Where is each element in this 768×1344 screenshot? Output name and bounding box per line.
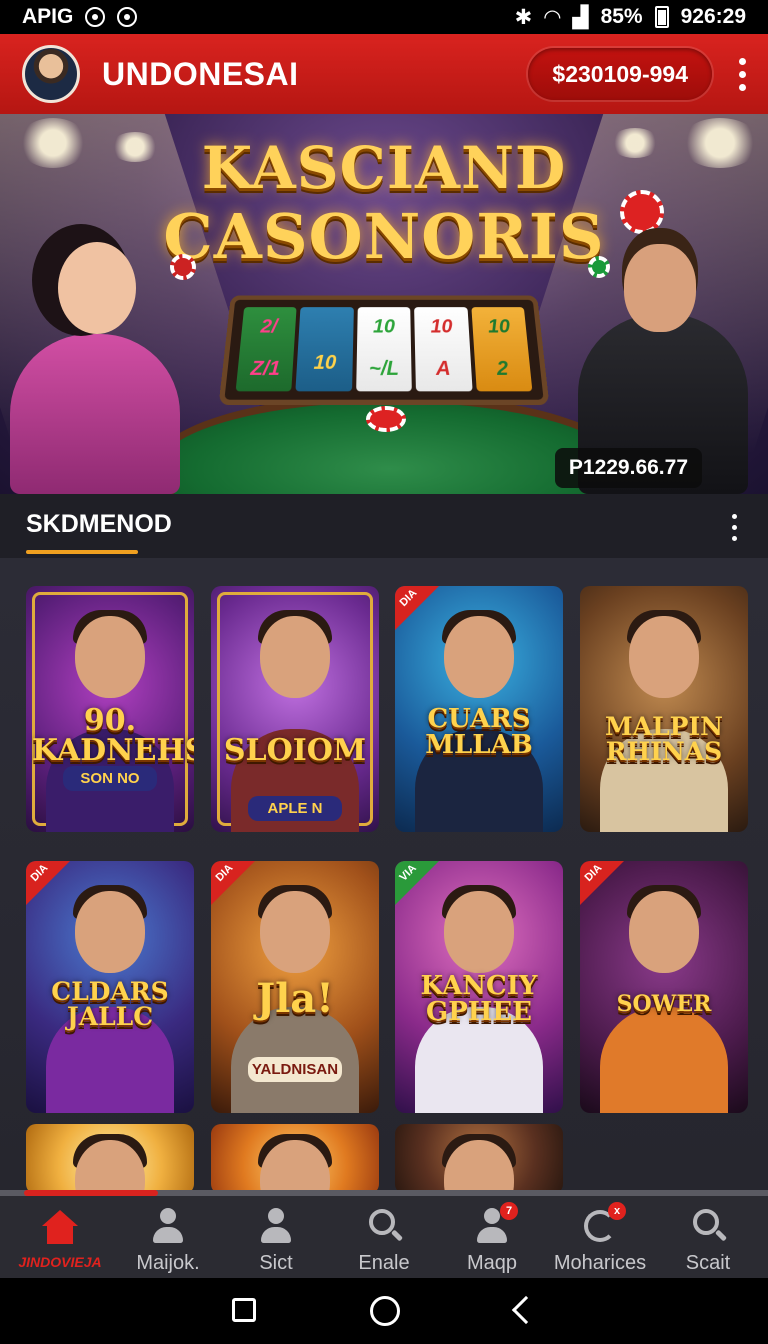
reel: 10 2	[471, 307, 533, 392]
app-title: UNDONESAI	[102, 55, 299, 92]
nav-label: Sict	[259, 1252, 293, 1274]
wifi-icon: ◠	[544, 5, 561, 29]
spin-icon: x	[580, 1202, 626, 1246]
game-title: SOWER	[616, 991, 712, 1017]
recents-button[interactable]	[232, 1298, 256, 1322]
battery-icon	[654, 6, 669, 28]
battery-percent: 85%	[600, 5, 643, 28]
game-tile[interactable]: KANCIY GPHEE VIA	[395, 861, 563, 1113]
jackpot-amount: P1229.66.77	[554, 448, 702, 488]
home-icon	[42, 1210, 78, 1244]
host-face	[260, 616, 330, 698]
clock: 926:29	[680, 5, 746, 28]
section-header: SKDMENOD	[0, 494, 768, 558]
user-icon	[148, 1206, 188, 1246]
game-title: CUARS MLLAB	[425, 704, 533, 760]
game-title: SLOIOM	[223, 733, 367, 768]
more-menu-icon[interactable]	[738, 57, 746, 91]
chip-icon	[588, 256, 610, 278]
nav-label: Maqp	[466, 1252, 518, 1274]
game-subtitle: YALDNISAN	[247, 1057, 343, 1082]
host-face	[260, 891, 330, 973]
game-tile[interactable]	[211, 1124, 379, 1190]
game-tile[interactable]: MALPIN RHINAS	[580, 586, 748, 832]
game-tile[interactable]: Jla! YALDNISAN DIA	[211, 861, 379, 1113]
host-face	[444, 891, 514, 973]
signal-icon: ▟	[572, 5, 589, 29]
user-edit-icon	[256, 1206, 296, 1246]
game-subtitle: SON NO	[62, 766, 158, 791]
chip-icon	[620, 190, 664, 234]
notification-badge: 7	[500, 1202, 518, 1220]
nav-item-edit[interactable]: Sict	[224, 1196, 328, 1278]
chip-icon	[170, 254, 196, 280]
avatar[interactable]	[22, 45, 80, 103]
game-tile[interactable]: SLOIOM APLE N	[211, 586, 379, 832]
system-nav-bar	[0, 1278, 768, 1344]
game-tile[interactable]: 90. KADNEHS!SON NO	[26, 586, 194, 832]
game-title: Jla!	[256, 975, 334, 1022]
game-tile[interactable]	[26, 1124, 194, 1190]
reel: 10 ~/L	[355, 307, 413, 392]
nav-item-scan[interactable]: Scait	[656, 1196, 760, 1278]
host-face	[629, 616, 699, 698]
search-icon	[364, 1206, 404, 1246]
game-title: MALPIN RHINAS	[605, 712, 723, 766]
reel: 10	[295, 307, 354, 392]
game-grid: 90. KADNEHS!SON NO SLOIOM APLE N CUARS MLLA…	[0, 558, 768, 1190]
nav-item-home[interactable]: JINDOVIEJA	[8, 1196, 112, 1278]
alarm-icon	[85, 7, 106, 27]
hero-title-line1: KASCIAND	[201, 134, 567, 202]
host-face	[75, 616, 145, 698]
nav-item-search[interactable]: Enale	[332, 1196, 436, 1278]
carrier-label: APIG	[22, 5, 74, 28]
reel: 2/Z/1	[235, 307, 297, 392]
game-tile[interactable]: SOWER DIA	[580, 861, 748, 1113]
game-subtitle: APLE N	[247, 796, 343, 821]
host-face	[75, 891, 145, 973]
nav-label: Moharices	[553, 1252, 647, 1274]
search-icon	[688, 1206, 728, 1246]
section-more-icon[interactable]	[730, 514, 738, 541]
nav-label: Maijok.	[136, 1252, 200, 1274]
app-header: UNDONESAI $230109-994	[0, 34, 768, 114]
nav-item-profile[interactable]: Maijok.	[116, 1196, 220, 1278]
game-title: KANCIY GPHEE	[420, 971, 538, 1027]
nav-label: Enale	[358, 1252, 410, 1274]
section-title[interactable]: SKDMENOD	[26, 510, 172, 539]
host-face	[629, 891, 699, 973]
notification-icon	[117, 7, 138, 27]
ribbon-badge	[395, 861, 439, 905]
status-bar: APIG ✱ ◠ ▟ 85% 926:29	[0, 0, 768, 34]
game-tile[interactable]: CUARS MLLAB DIA	[395, 586, 563, 832]
game-title: 90. KADNEHS!	[32, 703, 194, 768]
nav-label: JINDOVIEJA	[18, 1254, 102, 1270]
nav-item-messages[interactable]: 7 Maqp	[440, 1196, 544, 1278]
slot-reels: 2/Z/1 10 10 ~/L 10 A 10 2	[218, 295, 550, 405]
hero-banner[interactable]: KASCIAND CASONORIS 2/Z/1 10 10 ~/L 10 A 10…	[0, 114, 768, 494]
bottom-nav: JINDOVIEJA Maijok. Sict Enale 7 Maqp x M…	[0, 1196, 768, 1278]
bluetooth-icon: ✱	[514, 5, 533, 29]
game-tile[interactable]	[395, 1124, 563, 1190]
notification-badge: x	[608, 1202, 626, 1220]
balance-button[interactable]: $230109-994	[528, 48, 712, 100]
back-button[interactable]	[511, 1295, 541, 1325]
host-face	[444, 616, 514, 698]
home-button[interactable]	[370, 1296, 400, 1326]
game-tile[interactable]: CLDARS JALLC DIA	[26, 861, 194, 1113]
nav-item-promotions[interactable]: x Moharices	[548, 1196, 652, 1278]
chip-icon	[366, 406, 406, 432]
game-title: CLDARS JALLC	[51, 977, 169, 1031]
section-tab-indicator	[26, 550, 138, 554]
user-icon: 7	[472, 1202, 518, 1246]
reel: 10 A	[414, 307, 473, 392]
nav-label: Scait	[685, 1252, 731, 1274]
